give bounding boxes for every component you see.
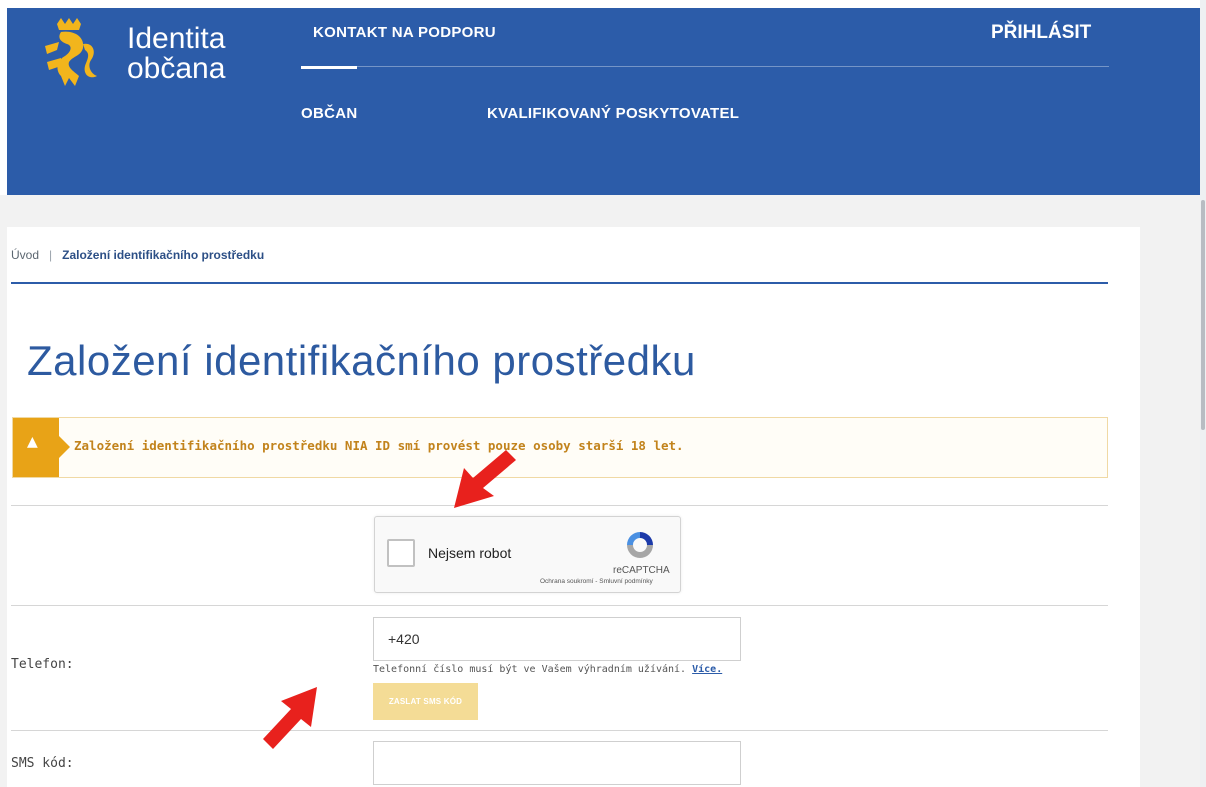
nav-item-obcan[interactable]: OBČAN (301, 105, 358, 122)
scrollbar-thumb[interactable] (1201, 200, 1205, 430)
recaptcha-widget: Nejsem robot reCAPTCHA Ochrana soukromí … (374, 516, 681, 593)
recaptcha-brand: reCAPTCHA (613, 565, 670, 576)
page-title: Založení identifikačního prostředku (27, 337, 696, 384)
brand-name[interactable]: Identita občana (127, 24, 225, 84)
breadcrumb-separator: | (49, 248, 53, 262)
recaptcha-logo-icon (627, 532, 653, 558)
sms-code-input[interactable] (373, 741, 741, 785)
recaptcha-privacy-terms-links[interactable]: Ochrana soukromí - Smluvní podmínky (540, 578, 653, 585)
phone-hint-text: Telefonní číslo musí být ve Vašem výhrad… (373, 664, 687, 675)
warning-triangle-icon: ▲ (27, 434, 38, 450)
login-button[interactable]: PŘIHLÁSIT (991, 22, 1091, 44)
age-warning-alert: ▲ Založení identifikačního prostředku NI… (12, 417, 1108, 478)
breadcrumb-home-link[interactable]: Úvod (11, 248, 39, 262)
header-divider (301, 66, 1109, 67)
brand-line-1: Identita (127, 22, 226, 55)
breadcrumb: Úvod | Založení identifikačního prostředku (11, 248, 264, 262)
annotation-arrow-icon (454, 450, 516, 508)
recaptcha-label: Nejsem robot (428, 545, 512, 561)
row-divider (11, 730, 1108, 731)
row-divider (11, 605, 1108, 606)
phone-hint: Telefonní číslo musí být ve Vašem výhrad… (373, 664, 722, 675)
breadcrumb-current: Založení identifikačního prostředku (62, 248, 265, 262)
warning-text: Založení identifikačního prostředku NIA … (74, 438, 684, 453)
coat-of-arms-lion-icon[interactable] (39, 16, 103, 92)
breadcrumb-underline (11, 282, 1108, 284)
annotation-arrow-icon (263, 687, 317, 749)
content-card (7, 227, 1140, 787)
row-divider (11, 505, 1108, 506)
brand-line-2: občana (127, 52, 226, 85)
site-header: Identita občana KONTAKT NA PODPORU PŘIHL… (7, 8, 1200, 195)
phone-label: Telefon: (11, 657, 74, 672)
support-contact-link[interactable]: KONTAKT NA PODPORU (313, 24, 496, 41)
nav-item-kvalifikovany-poskytovatel[interactable]: KVALIFIKOVANÝ POSKYTOVATEL (487, 105, 739, 122)
warning-badge: ▲ (13, 418, 70, 477)
sms-code-label: SMS kód: (11, 756, 74, 771)
active-nav-indicator (301, 66, 357, 69)
send-sms-code-button[interactable]: ZASLAT SMS KÓD (373, 683, 478, 720)
phone-hint-more-link[interactable]: Více. (692, 664, 722, 675)
phone-input[interactable] (373, 617, 741, 661)
recaptcha-checkbox[interactable] (387, 539, 415, 567)
